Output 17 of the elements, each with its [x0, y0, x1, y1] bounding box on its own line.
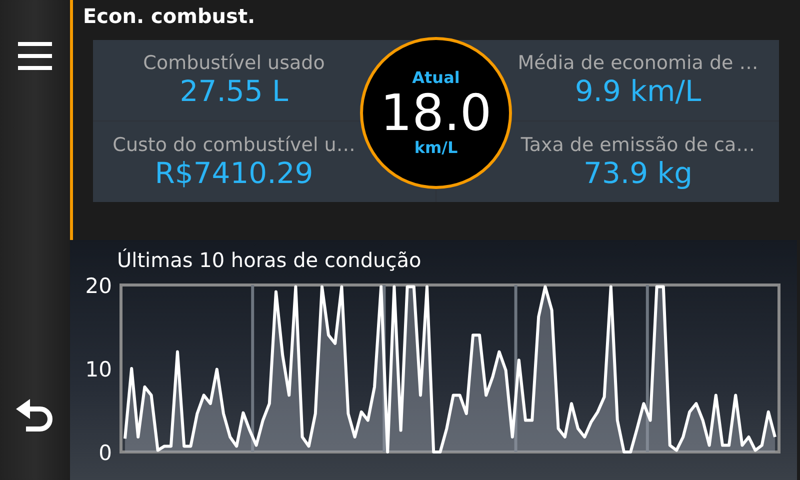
y-tick-label: 10 — [85, 358, 112, 382]
y-tick-label: 20 — [85, 274, 112, 298]
stat-value: 9.9 km/L — [574, 74, 702, 108]
stat-value: 73.9 kg — [584, 156, 692, 190]
chart-title: Últimas 10 horas de condução — [117, 248, 422, 272]
menu-icon[interactable] — [18, 41, 52, 71]
stat-value: R$7410.29 — [154, 156, 314, 190]
stat-label: Custo do combustível u… — [112, 134, 356, 157]
stat-label: Combustível usado — [143, 52, 325, 75]
stat-label: Média de economia de … — [518, 52, 758, 75]
gauge-label: Atual — [412, 69, 460, 87]
gauge-unit: km/L — [414, 139, 458, 157]
stat-value: 27.55 L — [180, 74, 288, 108]
stat-label: Taxa de emissão de ca… — [520, 134, 756, 157]
gauge-value: 18.0 — [380, 86, 492, 140]
screen-title: Econ. combust. — [83, 4, 256, 28]
y-tick-label: 0 — [98, 441, 112, 465]
